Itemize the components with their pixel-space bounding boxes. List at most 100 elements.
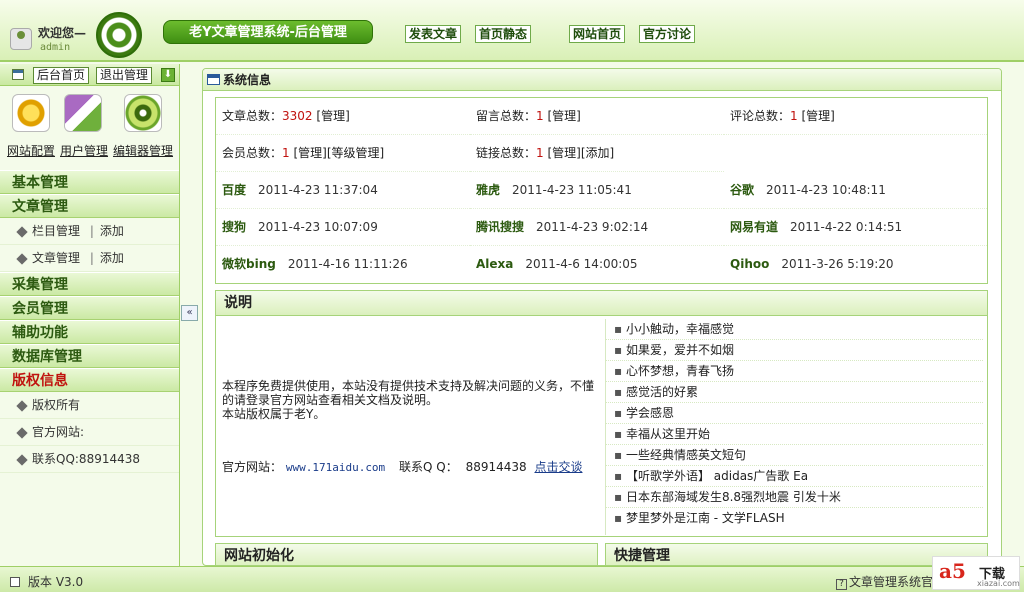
nav-official-forum[interactable]: 官方讨论 <box>639 25 696 43</box>
menu-member[interactable]: 会员管理 <box>0 296 179 320</box>
news-item[interactable]: 一些经典情感英文短句 <box>606 445 983 466</box>
user-manage-link[interactable]: 用户管理 <box>60 142 108 159</box>
system-info-title: 系统信息 <box>223 73 272 87</box>
messages-label: 留言总数： <box>476 109 537 123</box>
members-manage-link[interactable]: [管理][等级管理] <box>293 146 384 160</box>
menu-assist[interactable]: 辅助功能 <box>0 320 179 344</box>
spider-row: Alexa 2011-4-6 14:00:05 <box>470 246 724 283</box>
description-box: 说明 本程序免费提供使用，本站没有提供技术支持及解决问题的义务，不懂的请登录官方… <box>215 290 988 537</box>
category-add-link[interactable]: 添加 <box>100 224 124 238</box>
nav-static-home[interactable]: 首页静态 <box>475 25 532 43</box>
news-item[interactable]: 日本东部海域发生8.8强烈地震 引发十米 <box>606 487 983 508</box>
init-box: 网站初始化 <box>215 543 598 565</box>
spider-time: 2011-4-23 11:05:41 <box>512 183 632 197</box>
spider-row: 谷歌 2011-4-23 10:48:11 <box>724 172 987 209</box>
news-item[interactable]: 梦里梦外是江南 - 文学FLASH <box>606 508 983 529</box>
user-manage-icon[interactable] <box>64 94 102 132</box>
spider-time: 2011-4-23 10:48:11 <box>766 183 886 197</box>
nav-site-home[interactable]: 网站首页 <box>569 25 626 43</box>
watermark-site: xiazai.com <box>977 579 1020 588</box>
news-item[interactable]: 小小触动，幸福感觉 <box>606 319 983 340</box>
spider-name: 腾讯搜搜 <box>476 220 525 234</box>
stats-table: 文章总数：3302 [管理] 留言总数：1 [管理] 评论总数：1 [管理] 会… <box>215 97 988 284</box>
category-manage-link[interactable]: 栏目管理 <box>32 224 80 238</box>
spider-name: 雅虎 <box>476 183 501 197</box>
spider-time: 2011-4-22 0:14:51 <box>790 220 903 234</box>
menu-copyright[interactable]: 版权信息 <box>0 368 179 392</box>
site-config-link[interactable]: 网站配置 <box>7 142 55 159</box>
quick-manage-title: 快捷管理 <box>606 544 987 565</box>
spider-row: Qihoo 2011-3-26 5:19:20 <box>724 246 987 283</box>
spider-time: 2011-4-6 14:00:05 <box>525 257 638 271</box>
official-site-text: 官方网站: <box>32 425 85 439</box>
collapse-sidebar-button[interactable]: « <box>181 305 198 321</box>
articles-manage-link[interactable]: [管理] <box>316 109 349 123</box>
stat-articles: 文章总数：3302 [管理] <box>216 98 470 135</box>
bullet-icon <box>16 252 28 265</box>
comments-manage-link[interactable]: [管理] <box>801 109 834 123</box>
stat-links: 链接总数：1 [管理][添加] <box>470 135 724 172</box>
logout-button[interactable]: 退出管理 <box>96 67 153 84</box>
menu-collect[interactable]: 采集管理 <box>0 272 179 296</box>
welcome-block: 欢迎您— admin <box>6 20 96 54</box>
spider-name: 谷歌 <box>730 183 755 197</box>
articles-count: 3302 <box>282 109 313 123</box>
system-name-text: 文章管理系统官 <box>849 575 934 589</box>
username: admin <box>40 42 71 53</box>
menu-item-category: 栏目管理 | 添加 <box>0 218 179 245</box>
sidebar-toolbar: 后台首页 退出管理 ⬇ <box>0 64 179 86</box>
qq-label: 联系Q Q： <box>399 460 458 474</box>
chat-link[interactable]: 点击交谈 <box>534 460 582 474</box>
stat-members: 会员总数：1 [管理][等级管理] <box>216 135 470 172</box>
menu-basic[interactable]: 基本管理 <box>0 170 179 194</box>
editor-manage-icon[interactable] <box>124 94 162 132</box>
help-icon[interactable]: ? <box>836 579 847 590</box>
menu-item-official-site: 官方网站: <box>0 419 179 446</box>
description-title: 说明 <box>216 291 987 316</box>
system-title: 老Y文章管理系统-后台管理 <box>163 20 373 44</box>
calendar-icon <box>12 69 24 80</box>
spider-time: 2011-3-26 5:19:20 <box>781 257 894 271</box>
spider-row: 雅虎 2011-4-23 11:05:41 <box>470 172 724 209</box>
gear-icon[interactable] <box>12 94 50 132</box>
spider-time: 2011-4-16 11:11:26 <box>287 257 408 271</box>
messages-count: 1 <box>536 109 544 123</box>
spider-row: 网易有道 2011-4-22 0:14:51 <box>724 209 987 246</box>
official-contact: 官方网站： www.171aidu.com 联系Q Q： 88914438 点击… <box>222 458 582 475</box>
news-item[interactable]: 心怀梦想，青春飞扬 <box>606 361 983 382</box>
nav-publish-article[interactable]: 发表文章 <box>405 25 462 43</box>
main-panel: 系统信息 文章总数：3302 [管理] 留言总数：1 [管理] 评论总数：1 [… <box>202 68 1002 566</box>
links-manage-link[interactable]: [管理][添加] <box>547 146 614 160</box>
editor-manage-link[interactable]: 编辑器管理 <box>113 142 173 159</box>
spider-name: 百度 <box>222 183 247 197</box>
spider-name: 搜狗 <box>222 220 247 234</box>
arrow-down-icon[interactable]: ⬇ <box>161 68 175 82</box>
stat-messages: 留言总数：1 [管理] <box>470 98 724 135</box>
separator: | <box>89 251 94 265</box>
admin-home-button[interactable]: 后台首页 <box>33 67 90 84</box>
spider-row: 腾讯搜搜 2011-4-23 9:02:14 <box>470 209 724 246</box>
menu-article[interactable]: 文章管理 <box>0 194 179 218</box>
news-item[interactable]: 【听歌学外语】 adidas广告歌 Ea <box>606 466 983 487</box>
separator: | <box>89 224 94 238</box>
site-label: 官方网站： <box>222 460 283 474</box>
footer-right: ? 文章管理系统官 <box>836 573 933 590</box>
spider-row: 百度 2011-4-23 11:37:04 <box>216 172 470 209</box>
user-avatar-icon <box>10 28 32 50</box>
news-item[interactable]: 幸福从这里开始 <box>606 424 983 445</box>
news-list: 小小触动，幸福感觉 如果爱，爱并不如烟 心怀梦想，青春飞扬 感觉活的好累 学会感… <box>605 319 983 535</box>
description-paragraph: 本程序免费提供使用，本站没有提供技术支持及解决问题的义务，不懂的请登录官方网站查… <box>222 379 595 407</box>
site-url-link[interactable]: www.171aidu.com <box>286 461 385 474</box>
spider-time: 2011-4-23 10:07:09 <box>258 220 378 234</box>
article-add-link[interactable]: 添加 <box>100 251 124 265</box>
news-item[interactable]: 感觉活的好累 <box>606 382 983 403</box>
article-manage-link[interactable]: 文章管理 <box>32 251 80 265</box>
menu-item-article: 文章管理 | 添加 <box>0 245 179 272</box>
spider-row: 搜狗 2011-4-23 10:07:09 <box>216 209 470 246</box>
window-icon <box>207 74 220 85</box>
menu-database[interactable]: 数据库管理 <box>0 344 179 368</box>
messages-manage-link[interactable]: [管理] <box>547 109 580 123</box>
news-item[interactable]: 如果爱，爱并不如烟 <box>606 340 983 361</box>
news-item[interactable]: 学会感恩 <box>606 403 983 424</box>
menu-item-contact-qq: 联系QQ:88914438 <box>0 446 179 473</box>
